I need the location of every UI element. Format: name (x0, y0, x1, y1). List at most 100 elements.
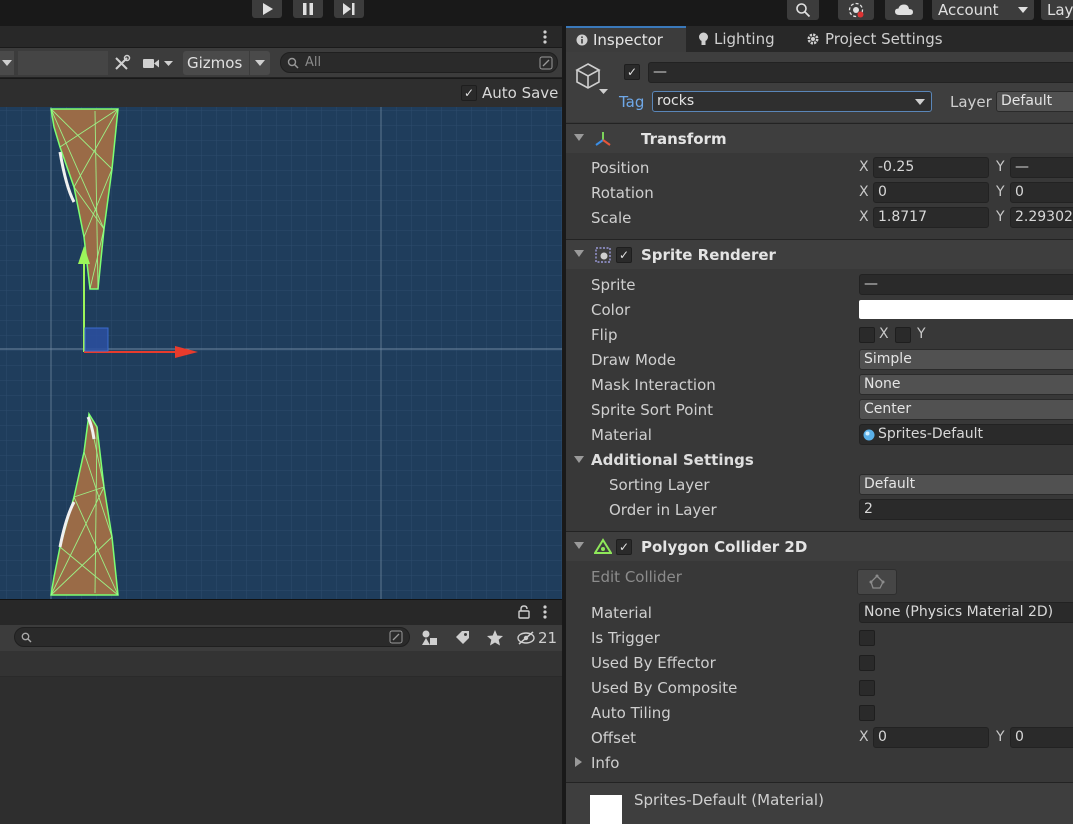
hidden-packages-toggle[interactable]: 21 (516, 629, 557, 647)
filter-by-type-icon[interactable] (421, 629, 439, 647)
transform-header[interactable]: Transform (566, 123, 1073, 153)
collider-material-field[interactable]: None (Physics Material 2D) (859, 602, 1073, 623)
collider-material-row: Material None (Physics Material 2D) (566, 600, 1073, 625)
scale-y-field[interactable]: 2.29302 (1010, 207, 1073, 228)
sprite-renderer-enabled-checkbox[interactable]: ✓ (616, 247, 632, 263)
sprite-sort-point-dropdown[interactable]: Center (859, 399, 1073, 420)
auto-tiling-checkbox[interactable] (859, 705, 875, 721)
polygon-collider-title: Polygon Collider 2D (641, 538, 808, 556)
cloud-button[interactable] (885, 0, 923, 20)
autosave-checkbox[interactable]: ✓ (461, 85, 477, 101)
flip-x-checkbox[interactable] (859, 327, 875, 343)
rotation-y-field[interactable]: 0 (1010, 182, 1073, 203)
sorting-layer-dropdown[interactable]: Default (859, 474, 1073, 495)
object-name-field[interactable]: — (648, 62, 1073, 83)
search-filter-icon[interactable] (539, 56, 553, 70)
mask-interaction-dropdown[interactable]: None (859, 374, 1073, 395)
position-row: Position X -0.25 Y — (566, 155, 1073, 180)
pause-icon (303, 3, 313, 15)
filter-by-label-icon[interactable] (454, 629, 472, 647)
foldout-arrow-icon[interactable] (574, 542, 584, 550)
order-in-layer-field[interactable]: 2 (859, 499, 1073, 520)
rotation-x-field[interactable]: 0 (873, 182, 989, 203)
foldout-arrow-icon[interactable] (574, 134, 584, 142)
tag-value: rocks (657, 93, 695, 109)
play-button[interactable] (252, 0, 282, 18)
gizmos-label: Gizmos (187, 54, 243, 72)
layers-label: Lay (1047, 1, 1073, 19)
gizmos-button[interactable]: Gizmos (183, 51, 249, 75)
info-row[interactable]: Info (566, 750, 1073, 775)
camera-dropdown[interactable] (142, 52, 180, 74)
offset-x-field[interactable]: 0 (873, 727, 989, 748)
collab-button[interactable] (838, 0, 874, 20)
material-field[interactable]: Sprites-Default (859, 424, 1073, 445)
polygon-collider-enabled-checkbox[interactable]: ✓ (616, 539, 632, 555)
sprite-sort-point-label: Sprite Sort Point (591, 401, 714, 419)
global-search-button[interactable] (787, 0, 819, 20)
material-sphere-icon (863, 429, 875, 441)
tab-lighting[interactable]: Lighting (688, 26, 793, 52)
used-by-effector-checkbox[interactable] (859, 655, 875, 671)
account-dropdown[interactable]: Account (932, 0, 1034, 20)
gizmos-dropdown[interactable] (250, 51, 270, 75)
sorting-layer-label: Sorting Layer (609, 476, 710, 494)
polygon-collider-header[interactable]: ✓ Polygon Collider 2D (566, 531, 1073, 561)
scale-label: Scale (591, 209, 632, 227)
scene-toggle-group[interactable] (18, 51, 108, 75)
is-trigger-checkbox[interactable] (859, 630, 875, 646)
edit-collider-icon (869, 574, 885, 589)
edit-collider-button[interactable] (857, 569, 897, 595)
object-active-checkbox[interactable]: ✓ (624, 64, 640, 80)
scene-tab-bar (0, 26, 562, 48)
layers-dropdown[interactable]: Lay (1041, 0, 1073, 20)
layer-dropdown[interactable]: Default (996, 91, 1073, 112)
draw-mode-dropdown[interactable]: Simple (859, 349, 1073, 370)
layer-label: Layer (950, 93, 992, 111)
lock-icon[interactable] (518, 605, 530, 619)
scale-x-field[interactable]: 1.8717 (873, 207, 989, 228)
lower-panel-body (0, 677, 562, 824)
tab-project-settings[interactable]: Project Settings (796, 26, 956, 52)
position-x-field[interactable]: -0.25 (873, 157, 989, 178)
scene-graphics (0, 107, 562, 599)
tools-icon[interactable] (113, 54, 131, 72)
scale-y-axis: Y (996, 209, 1005, 225)
scene-canvas[interactable] (0, 107, 562, 599)
pause-button[interactable] (293, 0, 323, 18)
position-y-field[interactable]: — (1010, 157, 1073, 178)
step-button[interactable] (334, 0, 364, 18)
order-in-layer-row: Order in Layer 2 (566, 497, 1073, 522)
sprite-field[interactable]: — (859, 274, 1073, 295)
project-search-field[interactable] (14, 627, 410, 647)
color-swatch[interactable] (859, 300, 1073, 319)
used-by-composite-checkbox[interactable] (859, 680, 875, 696)
flip-y-checkbox[interactable] (895, 327, 911, 343)
favorite-star-icon[interactable] (486, 629, 504, 647)
used-by-effector-label: Used By Effector (591, 654, 716, 672)
search-filter-icon[interactable] (389, 630, 403, 644)
foldout-arrow-icon[interactable] (574, 250, 584, 258)
bulb-icon (699, 32, 708, 45)
foldout-closed-arrow-icon[interactable] (575, 757, 583, 767)
material-preview-thumbnail (590, 795, 622, 824)
scale-row: Scale X 1.8717 Y 2.29302 (566, 205, 1073, 230)
foldout-arrow-icon[interactable] (574, 456, 584, 464)
play-icon (263, 3, 273, 15)
offset-row: Offset X 0 Y 0 (566, 725, 1073, 750)
sprite-renderer-header[interactable]: ✓ Sprite Renderer (566, 239, 1073, 269)
more-options-icon[interactable] (539, 604, 551, 620)
prefab-autosave-bar: ✓ Auto Save (0, 79, 562, 107)
chevron-down-icon[interactable] (599, 88, 608, 95)
lower-panel-tab-bar (0, 599, 562, 625)
scene-search-field[interactable]: All (280, 52, 558, 73)
offset-label: Offset (591, 729, 637, 747)
additional-settings-row[interactable]: Additional Settings (566, 447, 1073, 472)
material-preview-header[interactable]: Sprites-Default (Material) (566, 782, 1073, 824)
draw-mode-dropdown[interactable] (0, 51, 14, 75)
more-options-icon[interactable] (538, 29, 552, 45)
tag-dropdown[interactable]: rocks (652, 91, 932, 112)
offset-y-field[interactable]: 0 (1010, 727, 1073, 748)
inspector-tab-bar: Inspector Lighting Project Settings (566, 26, 1073, 52)
tab-inspector[interactable]: Inspector (566, 26, 686, 52)
